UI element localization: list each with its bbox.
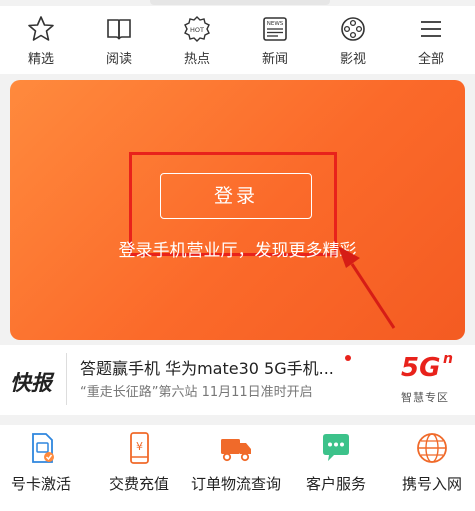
- nav-label: 阅读: [105, 52, 132, 67]
- menu-icon: [421, 21, 441, 37]
- svg-text:HOT: HOT: [190, 26, 204, 34]
- hot-icon: HOT: [184, 16, 210, 42]
- pointer-arrow-icon: [338, 246, 396, 329]
- news-tag: 快报: [10, 371, 52, 395]
- delivery-truck-icon: [221, 439, 251, 462]
- nav-item-all[interactable]: 全部: [401, 14, 461, 67]
- globe-icon: [417, 433, 447, 463]
- nav-item-reading[interactable]: 阅读: [89, 14, 149, 67]
- service-sim-activation[interactable]: 号卡激活: [6, 431, 76, 494]
- 5g-superscript: n: [443, 351, 453, 367]
- login-banner: 登录 登录手机营业厅，发现更多精彩: [10, 80, 465, 340]
- news-ticker[interactable]: 快报 答题赢手机 华为mate30 5G手机... “重走长征路”第六站 11月…: [0, 345, 475, 415]
- nav-label: 精选: [27, 52, 54, 67]
- nav-item-video[interactable]: 影视: [323, 14, 383, 67]
- service-label: 订单物流查询: [190, 475, 281, 493]
- 5g-zone-label: 智慧专区: [401, 391, 449, 404]
- nav-item-featured[interactable]: 精选: [11, 14, 71, 67]
- news-subtitle: “重走长征路”第六站 11月11日准时开启: [80, 385, 313, 400]
- nav-label: 影视: [339, 52, 366, 67]
- news-icon: NEWS: [263, 17, 287, 41]
- service-label: 交费充值: [108, 475, 169, 493]
- news-title[interactable]: 答题赢手机 华为mate30 5G手机...: [80, 355, 342, 379]
- unread-dot: [345, 355, 351, 361]
- service-label: 携号入网: [401, 475, 462, 493]
- nav-label: 全部: [417, 52, 444, 67]
- service-order-tracking[interactable]: 订单物流查询: [186, 431, 286, 494]
- phone-yuan-icon: ¥: [130, 432, 149, 464]
- divider: [66, 353, 67, 405]
- nav-item-hot[interactable]: HOT 热点: [167, 14, 227, 67]
- 5g-zone-badge[interactable]: 5G n 智慧专区: [395, 351, 465, 407]
- services-row: 号卡激活 ¥ 交费充值 订单物流查询 客户服务 携号入网: [0, 425, 475, 511]
- chat-bubble-icon: [323, 434, 349, 461]
- top-scroll-indicator: [150, 0, 330, 5]
- service-customer-service[interactable]: 客户服务: [301, 431, 371, 494]
- service-recharge[interactable]: ¥ 交费充值: [104, 431, 174, 494]
- svg-text:NEWS: NEWS: [267, 21, 284, 27]
- nav-label: 热点: [183, 52, 210, 67]
- sim-card-icon: [32, 433, 54, 463]
- film-reel-icon: [341, 17, 365, 41]
- service-label: 号卡激活: [10, 475, 71, 493]
- nav-item-news[interactable]: NEWS 新闻: [245, 14, 305, 67]
- service-number-portability[interactable]: 携号入网: [397, 431, 467, 494]
- 5g-label: 5G: [401, 353, 441, 383]
- book-icon: [107, 19, 131, 40]
- svg-text:¥: ¥: [136, 440, 143, 453]
- service-label: 客户服务: [305, 475, 366, 493]
- star-icon: [28, 16, 54, 41]
- nav-label: 新闻: [261, 52, 288, 67]
- top-nav: 精选 阅读 HOT 热点 NEWS 新闻 影视 全部: [0, 6, 475, 74]
